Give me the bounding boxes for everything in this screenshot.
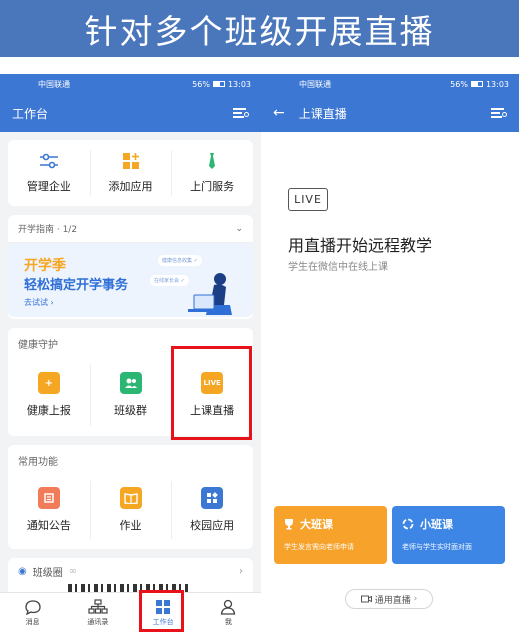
camera-icon: ◉ (18, 565, 27, 577)
campus-apps-icon (201, 487, 224, 509)
school-start-guide-card[interactable]: 开学指南 · 1/2 ⌄ 开学季 轻松搞定开学事务 去试试 › 健康信息收集 ✓… (8, 215, 253, 319)
common-section-title: 常用功能 (18, 457, 58, 468)
tab-contacts[interactable]: 通讯录 (65, 593, 130, 632)
message-icon (24, 599, 41, 615)
chevron-right-icon: › (239, 565, 243, 577)
app-grid-icon (122, 153, 139, 169)
chevron-down-icon[interactable]: ⌄ (235, 224, 243, 234)
guide-tag-health: 健康信息收集 ✓ (158, 255, 202, 266)
notice-icon (37, 487, 60, 509)
tie-icon (209, 153, 216, 169)
settings-menu-icon[interactable] (233, 107, 249, 119)
highlight-box (171, 346, 252, 440)
settings-menu-icon[interactable] (491, 107, 507, 119)
woman-laptop-illustration (188, 273, 232, 315)
carrier-label: 中国联通 (38, 79, 70, 89)
big-class-desc: 学生发言需向老师申请 (284, 543, 354, 551)
page-title: 工作台 (12, 106, 49, 121)
homework-icon (119, 487, 142, 509)
small-class-icon (402, 518, 414, 530)
video-camera-icon (360, 595, 372, 603)
general-live-button[interactable]: 通用直播 › (345, 589, 433, 609)
guide-banner[interactable]: 开学季 轻松搞定开学事务 去试试 › 健康信息收集 ✓ 在线家长会 ✓ (8, 243, 253, 317)
link-icon: ∞ (68, 565, 78, 577)
live-heading: 用直播开始远程教学 (288, 236, 433, 255)
big-class-button[interactable]: 大班课 学生发言需向老师申请 (274, 506, 387, 564)
homework-button[interactable]: 作业 (89, 471, 172, 549)
title-banner: 针对多个班级开展直播 (0, 0, 519, 57)
status-bar: 中国联通 56% 13:03 (0, 74, 261, 94)
health-report-button[interactable]: + 健康上报 (8, 354, 90, 436)
app-bar-right: ← 上课直播 (261, 94, 519, 132)
tab-highlight-box (139, 590, 184, 632)
battery-percent: 56% (192, 79, 210, 89)
try-it-link[interactable]: 去试试 › (24, 297, 54, 308)
guide-title: 开学季 (24, 258, 66, 274)
battery-icon (212, 81, 225, 87)
home-service-button[interactable]: 上门服务 (171, 140, 253, 206)
class-group-button[interactable]: 班级群 (89, 354, 172, 436)
add-app-button[interactable]: 添加应用 (89, 140, 172, 206)
class-circle-label: 班级圈 (32, 567, 63, 579)
contacts-icon (88, 598, 108, 614)
small-class-button[interactable]: 小班课 老师与学生实时面对面 (392, 506, 505, 564)
bottom-tab-bar: 消息 通讯录 工作台 我 (0, 592, 261, 632)
trophy-icon (285, 519, 293, 530)
common-functions-card: 常用功能 通知公告 作业 校园应用 (8, 445, 253, 549)
battery-icon (470, 81, 483, 87)
sliders-icon (39, 153, 58, 169)
campus-apps-button[interactable]: 校园应用 (171, 471, 253, 549)
health-report-icon: + (37, 372, 60, 394)
clock: 13:03 (227, 79, 251, 89)
big-class-title: 大班课 (300, 518, 333, 531)
live-class-screen: 中国联通 56% 13:03 ← 上课直播 LIVE 用直播开始远程教学 学生在… (261, 74, 519, 632)
tab-me[interactable]: 我 (196, 593, 261, 632)
chevron-right-icon: › (413, 594, 418, 604)
guide-subtitle: 轻松搞定开学事务 (24, 278, 129, 293)
page-title-right: 上课直播 (298, 106, 347, 121)
profile-icon (221, 599, 236, 615)
small-class-desc: 老师与学生实时面对面 (402, 543, 472, 551)
tab-messages[interactable]: 消息 (0, 593, 65, 632)
manage-enterprise-button[interactable]: 管理企业 (8, 140, 90, 206)
class-group-icon (119, 372, 142, 394)
app-bar: 工作台 (0, 94, 261, 132)
live-badge: LIVE (288, 188, 328, 211)
notice-button[interactable]: 通知公告 (8, 471, 90, 549)
banner-title: 针对多个班级开展直播 (84, 11, 435, 51)
status-bar-right: 中国联通 56% 13:03 (261, 74, 519, 94)
guide-header: 开学指南 · 1/2 (18, 225, 78, 235)
live-subheading: 学生在微信中在线上课 (288, 262, 388, 273)
top-actions-card: 管理企业 添加应用 上门服务 (8, 140, 253, 206)
back-arrow-icon[interactable]: ← (273, 105, 285, 121)
small-class-title: 小班课 (420, 518, 453, 531)
workbench-screen: 中国联通 56% 13:03 工作台 管理企业 添加应用 上门服务 开学指南 ·… (0, 74, 261, 632)
